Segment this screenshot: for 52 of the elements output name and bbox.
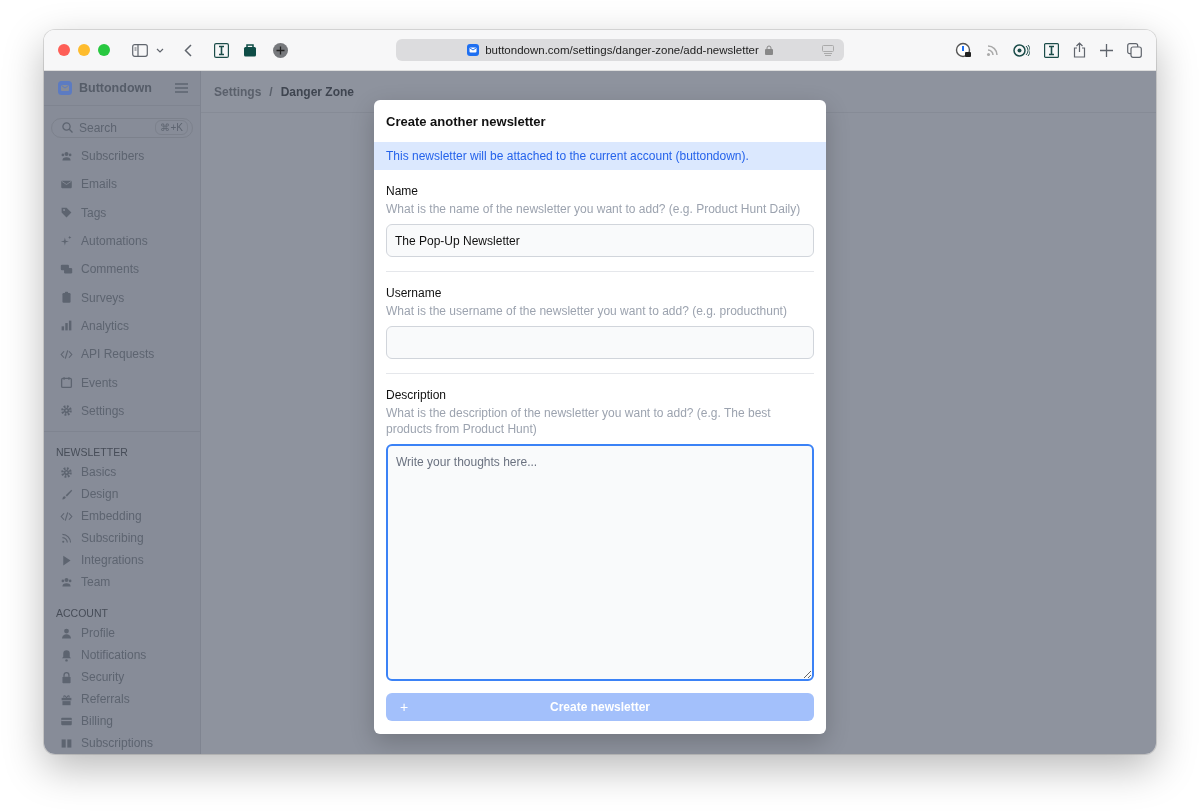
brush-icon bbox=[60, 487, 73, 501]
person-icon bbox=[60, 626, 73, 640]
code-icon bbox=[60, 509, 73, 523]
clipboard-icon bbox=[60, 291, 73, 305]
search-icon bbox=[62, 122, 73, 134]
code-icon bbox=[60, 347, 73, 361]
field-label: Username bbox=[386, 286, 443, 300]
columns-icon bbox=[60, 736, 73, 750]
letter-i-icon[interactable] bbox=[1044, 42, 1059, 58]
description-field[interactable]: Write your thoughts here... bbox=[386, 444, 814, 681]
input-field[interactable] bbox=[386, 326, 814, 359]
field-hint: What is the description of the newsletter you want to add? (e.g. The best products from Product Hunt) bbox=[386, 405, 772, 437]
chat-bubbles-icon bbox=[60, 262, 73, 276]
gear-icon bbox=[60, 404, 73, 418]
close-button[interactable] bbox=[58, 44, 70, 56]
bell-icon bbox=[60, 648, 73, 662]
breadcrumb-item[interactable]: Danger Zone bbox=[280, 84, 355, 99]
chevron-down-icon[interactable] bbox=[156, 47, 164, 53]
field-label: Description bbox=[386, 388, 448, 402]
sidebar-toggle-icon[interactable] bbox=[132, 43, 148, 57]
breadcrumb-separator: / bbox=[269, 84, 273, 99]
lock-icon bbox=[60, 670, 73, 684]
address-bar[interactable]: buttondown.com/settings/danger-zone/add-newsletter bbox=[396, 39, 844, 61]
rss-icon bbox=[60, 531, 73, 545]
users-icon bbox=[60, 149, 73, 163]
field-hint: What is the username of the newsletter you want to add? (e.g. producthunt) bbox=[386, 303, 788, 319]
new-tab-icon[interactable] bbox=[1100, 43, 1113, 57]
share-icon[interactable] bbox=[1073, 42, 1086, 58]
envelope-logo-icon bbox=[58, 80, 72, 95]
broadcast-icon[interactable] bbox=[1013, 43, 1030, 57]
back-icon[interactable] bbox=[184, 43, 192, 57]
field-hint: What is the name of the newsletter you want to add? (e.g. Product Hunt Daily) bbox=[386, 201, 802, 217]
lock-icon bbox=[764, 45, 773, 55]
tabs-overview-icon[interactable] bbox=[1127, 42, 1142, 58]
play-icon bbox=[60, 553, 73, 567]
letter-i-icon[interactable] bbox=[214, 42, 229, 58]
input-field[interactable]: The Pop-Up Newsletter bbox=[386, 224, 814, 257]
envelope-icon bbox=[467, 44, 480, 56]
tag-icon bbox=[60, 206, 73, 220]
gear-icon bbox=[60, 465, 73, 479]
section-heading: ACCOUNT bbox=[55, 606, 109, 621]
info-banner: This newsletter will be attached to the current account (buttondown). bbox=[374, 142, 826, 170]
gift-icon bbox=[60, 692, 73, 706]
bar-chart-icon bbox=[60, 319, 73, 333]
field-label: Name bbox=[386, 184, 419, 198]
bag-icon[interactable] bbox=[243, 43, 257, 57]
url-text: buttondown.com/settings/danger-zone/add-newsletter bbox=[485, 44, 759, 56]
dialog-title: Create another newsletter bbox=[385, 114, 547, 131]
plus-circle-icon[interactable] bbox=[273, 42, 288, 58]
section-heading: NEWSLETTER bbox=[55, 445, 129, 460]
calendar-icon bbox=[60, 376, 73, 390]
users-icon bbox=[60, 575, 73, 589]
